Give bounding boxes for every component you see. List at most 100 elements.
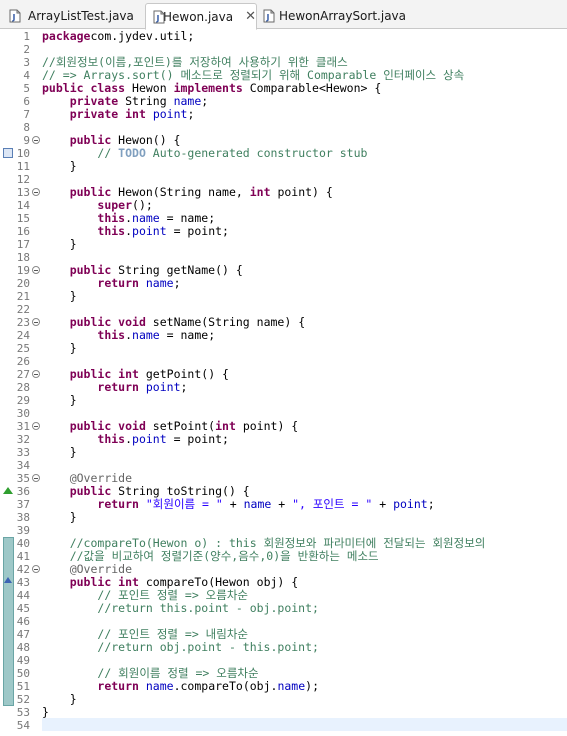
gutter-line: 28 xyxy=(0,381,42,394)
line-number: 15 xyxy=(16,212,30,225)
code-line[interactable]: } xyxy=(42,446,77,459)
code-token: com.jydev.util; xyxy=(90,29,195,43)
code-token: getPoint() { xyxy=(138,367,229,381)
code-token: name xyxy=(132,211,160,225)
tab-arraylisttest[interactable]: J ArrayListTest.java xyxy=(2,3,142,28)
code-token: int xyxy=(249,185,271,199)
code-token: Hewon() { xyxy=(111,133,181,147)
line-number: 7 xyxy=(23,108,30,121)
line-number: 10 xyxy=(16,147,30,160)
override-marker-icon[interactable] xyxy=(3,487,13,494)
svg-text:J: J xyxy=(12,13,16,22)
fold-toggle-icon[interactable] xyxy=(32,422,40,430)
code-token: "회원이름 = " xyxy=(145,497,223,511)
code-line[interactable]: } xyxy=(42,290,77,303)
code-token: package xyxy=(42,29,91,43)
code-token: . xyxy=(125,328,133,342)
code-token: Auto-generated constructor stub xyxy=(145,146,368,160)
code-line[interactable]: } xyxy=(42,160,77,173)
gutter-line: 3 xyxy=(0,56,42,69)
line-number: 29 xyxy=(16,394,30,407)
code-area[interactable]: packagecom.jydev.util; //회원정보(이름,포인트)를 저장… xyxy=(42,29,567,736)
code-line[interactable]: } xyxy=(42,706,49,719)
code-token: = point; xyxy=(166,432,229,446)
code-line[interactable]: return name.compareTo(obj.name); xyxy=(42,680,319,693)
code-token: int xyxy=(215,419,236,433)
code-line[interactable]: } xyxy=(42,394,77,407)
code-line[interactable]: private int point; xyxy=(42,107,195,121)
fold-toggle-icon[interactable] xyxy=(32,188,40,196)
code-token: public void xyxy=(69,419,146,433)
tab-hewon[interactable]: J Hewon.java ✕ xyxy=(145,3,257,30)
code-token: } xyxy=(42,393,77,407)
code-token: String toString() { xyxy=(111,484,250,498)
gutter-line: 13 xyxy=(0,186,42,199)
fold-toggle-icon[interactable] xyxy=(32,370,40,378)
line-number: 1 xyxy=(23,30,30,43)
tab-hewonarraysort[interactable]: J HewonArraySort.java xyxy=(256,3,406,28)
gutter-line: 26 xyxy=(0,355,42,368)
tab-label: ArrayListTest.java xyxy=(28,8,134,23)
fold-toggle-icon[interactable] xyxy=(32,565,40,573)
code-token: public xyxy=(69,185,112,199)
gutter-line: 39 xyxy=(0,524,42,537)
code-line[interactable]: } xyxy=(42,238,77,251)
code-token: } xyxy=(42,510,77,524)
code-line[interactable]: } xyxy=(42,342,77,355)
gutter-line: 29 xyxy=(0,394,42,407)
line-number: 48 xyxy=(16,641,30,654)
line-number: 20 xyxy=(16,277,30,290)
code-token: } xyxy=(42,237,77,251)
gutter-line: 5 xyxy=(0,82,42,95)
code-line[interactable]: //return obj.point - this.point; xyxy=(42,641,319,654)
fold-toggle-icon[interactable] xyxy=(32,266,40,274)
code-token: return xyxy=(97,380,139,394)
code-token: setPoint( xyxy=(145,419,216,433)
code-editor[interactable]: 1 2 3 4 5 6 7 8 9 10 11 12 13 14 15 16 17 18 19 20 21 22 23 24 2… xyxy=(0,29,567,736)
code-token: point xyxy=(152,107,188,121)
gutter-line: 4 xyxy=(0,69,42,82)
editor-tab-bar: J ArrayListTest.java J Hewon.java ✕ J He… xyxy=(0,0,567,30)
fold-toggle-icon[interactable] xyxy=(32,318,40,326)
code-token: String xyxy=(118,94,174,108)
code-token: @Override xyxy=(69,562,133,576)
fold-toggle-icon[interactable] xyxy=(32,136,40,144)
java-file-icon: J xyxy=(8,9,22,23)
code-line[interactable]: packagecom.jydev.util; xyxy=(42,30,194,43)
task-marker-icon[interactable] xyxy=(3,148,13,158)
gutter-line: 53 xyxy=(0,706,42,719)
close-icon[interactable]: ✕ xyxy=(245,9,256,24)
line-number: 25 xyxy=(16,342,30,355)
code-token: name xyxy=(132,328,160,342)
implements-marker-icon[interactable] xyxy=(4,577,12,583)
gutter-line: 25 xyxy=(0,342,42,355)
code-line[interactable]: // TODO Auto-generated constructor stub xyxy=(42,147,367,160)
quick-diff-bar[interactable] xyxy=(3,537,14,706)
code-token: ", 포인트 = " xyxy=(292,497,373,511)
code-token: TODO xyxy=(118,146,146,160)
line-number: 14 xyxy=(16,199,30,212)
line-number: 19 xyxy=(16,264,30,277)
code-token: public void xyxy=(69,315,146,329)
code-token: // 회원이름 정렬 => 오름차순 xyxy=(97,666,259,680)
line-number: 31 xyxy=(16,420,30,433)
code-line[interactable]: //return this.point - obj.point; xyxy=(42,602,319,615)
code-line[interactable]: } xyxy=(42,511,77,524)
line-number: 39 xyxy=(16,524,30,537)
code-token: = point; xyxy=(166,224,229,238)
code-token: point xyxy=(393,497,428,511)
code-token: public xyxy=(69,263,112,277)
gutter-line: 34 xyxy=(0,459,42,472)
gutter-line: 11 xyxy=(0,160,42,173)
fold-toggle-icon[interactable] xyxy=(32,474,40,482)
code-token: point) { xyxy=(235,419,299,433)
code-line[interactable]: return "회원이름 = " + name + ", 포인트 = " + p… xyxy=(42,497,434,511)
